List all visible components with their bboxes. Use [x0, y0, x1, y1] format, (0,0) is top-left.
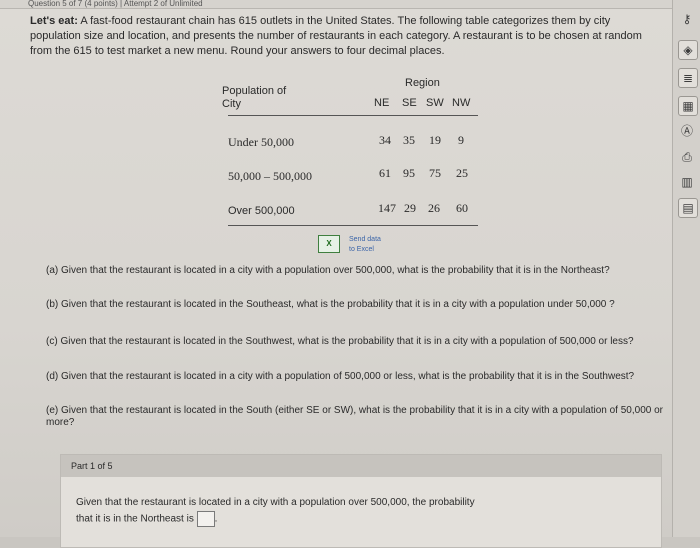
table-cell: 19	[429, 133, 441, 147]
book-icon[interactable]: ▤	[678, 198, 698, 218]
table-cell: 60	[456, 201, 468, 215]
calculator-icon[interactable]: ▦	[678, 96, 698, 116]
table-cell: 29	[404, 201, 416, 215]
answer-input[interactable]	[196, 511, 215, 527]
chart-icon[interactable]: ▥	[678, 173, 696, 191]
table-cell: 9	[458, 133, 464, 147]
region-header: Region	[405, 77, 440, 89]
table-cell: 26	[428, 201, 440, 215]
table-bottom-rule	[228, 225, 478, 226]
question-d: (d) Given that the restaurant is located…	[46, 371, 635, 382]
key-icon[interactable]: ⚷	[678, 10, 696, 28]
part-prompt-line2: that it is in the Northeast is	[76, 513, 194, 525]
question-a: (a) Given that the restaurant is located…	[46, 265, 610, 276]
table-cell: 75	[429, 166, 441, 180]
part-prompt-line1: Given that the restaurant is located in …	[76, 497, 475, 508]
part-prompt: Given that the restaurant is located in …	[61, 477, 661, 528]
row-label-under-50000: Under 50,000	[228, 135, 294, 149]
data-table: Region Population of City NE SE SW NW Un…	[222, 77, 484, 247]
col-header-nw: NW	[452, 97, 471, 109]
question-panel: Let's eat: A fast-food restaurant chain …	[0, 9, 672, 548]
col-header-ne: NE	[374, 97, 390, 109]
table-cell: 95	[403, 166, 415, 180]
top-bar: Question 5 of 7 (4 points) | Attempt 2 o…	[0, 0, 672, 9]
hint-icon[interactable]: ◈	[678, 40, 698, 60]
row-label-50000-500000: 50,000 – 500,000	[228, 169, 312, 183]
problem-lead: Let's eat:	[30, 15, 78, 27]
part-title: Part 1 of 5	[61, 455, 661, 477]
tool-sidebar: ⚷ ◈ ≣ ▦ Ⓐ ⎙ ▥ ▤	[672, 0, 700, 537]
table-cell: 61	[379, 166, 391, 180]
send-to-excel-label: Send data to Excel	[349, 236, 381, 253]
question-header: Question 5 of 7 (4 points) | Attempt 2 o…	[28, 0, 203, 8]
row-label-over-500000: Over 500,000	[228, 205, 295, 217]
table-cell: 34	[379, 133, 391, 147]
send-to-excel-button[interactable]: X Send data to Excel	[318, 235, 381, 255]
answer-part-panel: Part 1 of 5 Given that the restaurant is…	[60, 454, 662, 548]
table-top-rule	[228, 115, 478, 116]
table-cell: 25	[456, 166, 468, 180]
population-header: Population of City	[222, 85, 287, 110]
glossary-icon[interactable]: Ⓐ	[678, 122, 696, 140]
problem-text: A fast-food restaurant chain has 615 out…	[30, 15, 642, 57]
text-icon[interactable]: ≣	[678, 68, 698, 88]
col-header-sw: SW	[426, 97, 444, 109]
excel-icon: X	[318, 235, 340, 253]
problem-statement: Let's eat: A fast-food restaurant chain …	[30, 14, 660, 59]
print-icon[interactable]: ⎙	[678, 148, 696, 166]
question-c: (c) Given that the restaurant is located…	[46, 336, 634, 347]
question-e: (e) Given that the restaurant is located…	[46, 405, 663, 428]
question-b: (b) Given that the restaurant is located…	[46, 299, 615, 310]
col-header-se: SE	[402, 97, 417, 109]
table-cell: 35	[403, 133, 415, 147]
